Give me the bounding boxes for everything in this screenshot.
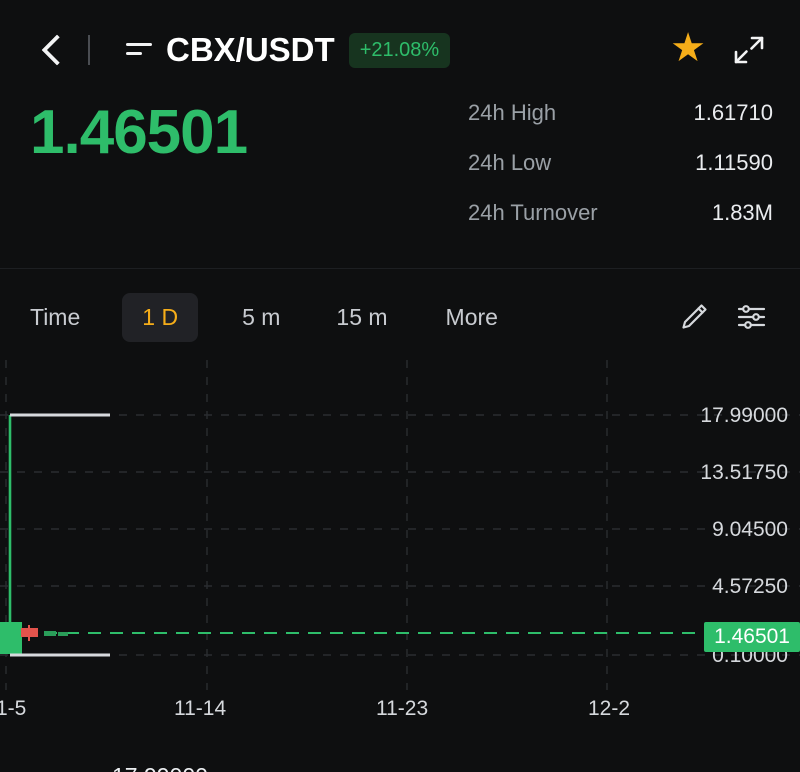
tab-more[interactable]: More bbox=[446, 296, 498, 339]
tab-1d[interactable]: 1 D bbox=[122, 292, 199, 342]
candle-series bbox=[0, 415, 68, 654]
candle-body-up bbox=[0, 622, 22, 654]
trading-screen: CBX/USDT +21.08% ★ 1.46501 24h High 1.61… bbox=[0, 0, 800, 772]
chevron-left-icon bbox=[40, 34, 73, 66]
x-axis-tick-1: 11-14 bbox=[174, 697, 227, 720]
header-actions: ★ bbox=[670, 28, 766, 68]
y-axis-tick-0: 17.99000 bbox=[700, 404, 788, 427]
candle-body-up bbox=[58, 632, 68, 636]
last-price: 1.46501 bbox=[30, 98, 248, 167]
pair-selector[interactable]: CBX/USDT +21.08% bbox=[126, 31, 451, 69]
x-axis-tick-0: 1-5 bbox=[0, 697, 27, 720]
interval-toolbar: Time 1 D 5 m 15 m More bbox=[0, 286, 800, 348]
y-axis-tick-2: 9.04500 bbox=[712, 518, 788, 541]
pair-symbol: CBX/USDT bbox=[166, 31, 335, 68]
tab-5m[interactable]: 5 m bbox=[242, 296, 280, 339]
stat-value: 1.11590 bbox=[695, 150, 773, 175]
chart-tools bbox=[678, 301, 768, 333]
candle-body-down bbox=[21, 628, 38, 637]
candle-body-up bbox=[44, 631, 56, 636]
stat-value: 1.83M bbox=[711, 200, 773, 225]
sliders-icon[interactable] bbox=[736, 301, 768, 333]
tab-15m[interactable]: 15 m bbox=[336, 296, 387, 339]
stat-value: 1.61710 bbox=[693, 100, 773, 125]
last-price-block: 1.46501 bbox=[30, 102, 450, 164]
chart-high-label: 17.99000 bbox=[112, 765, 208, 772]
price-change-badge: +21.08% bbox=[348, 32, 451, 68]
expand-arrows-icon[interactable] bbox=[732, 33, 766, 67]
ticker-stats: 24h High 1.61710 24h Low 1.11590 24h Tur… bbox=[468, 100, 773, 250]
x-axis-tick-2: 11-23 bbox=[376, 697, 429, 720]
vertical-gridlines bbox=[5, 360, 608, 690]
stat-label: 24h Low bbox=[468, 150, 552, 175]
back-button[interactable] bbox=[26, 22, 82, 78]
stat-row-24h-turnover: 24h Turnover 1.83M bbox=[468, 200, 773, 250]
current-price-tag: 1.46501 bbox=[704, 622, 800, 652]
x-axis-tick-3: 12-2 bbox=[588, 697, 631, 720]
header-divider bbox=[88, 35, 90, 65]
y-axis-tick-1: 13.51750 bbox=[700, 461, 788, 484]
app-header: CBX/USDT +21.08% ★ bbox=[0, 0, 800, 100]
horizontal-gridlines bbox=[0, 414, 800, 656]
tab-time[interactable]: Time bbox=[30, 296, 80, 339]
list-lines-icon bbox=[126, 43, 152, 55]
stat-row-24h-low: 24h Low 1.11590 bbox=[468, 150, 773, 200]
stat-row-24h-high: 24h High 1.61710 bbox=[468, 100, 773, 150]
stat-label: 24h High bbox=[468, 100, 557, 125]
section-divider bbox=[0, 268, 800, 269]
star-filled-icon[interactable]: ★ bbox=[670, 28, 706, 68]
y-axis-tick-3: 4.57250 bbox=[712, 575, 788, 598]
pencil-icon[interactable] bbox=[678, 301, 710, 333]
stat-label: 24h Turnover bbox=[468, 200, 598, 225]
